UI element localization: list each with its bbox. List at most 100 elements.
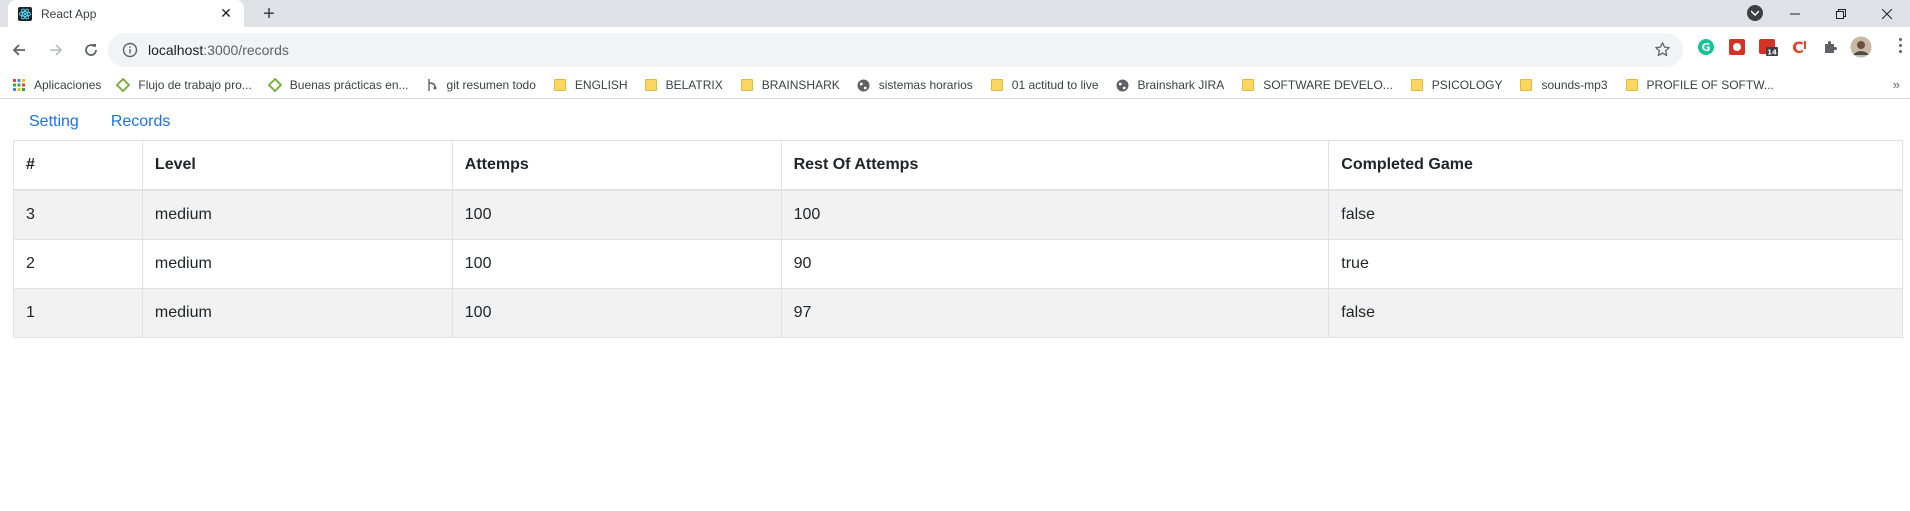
diamond-icon [267,78,282,92]
bookmark-item[interactable]: Flujo de trabajo pro... [116,74,252,96]
tab-title: React App [41,6,97,21]
table-row: 2 medium 100 90 true [13,239,1903,289]
folder-icon [553,78,567,92]
tab-strip: React App ✕ + [0,0,1910,27]
column-header: Completed Game [1328,140,1903,191]
forward-arrow-icon[interactable] [42,36,70,64]
browser-toolbar: localhost:3000/records G 14 C [0,27,1910,72]
bookmark-item[interactable]: sounds-mp3 [1519,74,1608,96]
browser-tab[interactable]: React App ✕ [8,0,244,27]
column-header: Rest Of Attemps [780,140,1330,191]
bookmark-item[interactable]: Brainshark JIRA [1116,74,1225,96]
bookmark-label: BELATRIX [665,78,723,92]
apps-grid-icon [12,78,26,92]
records-table: # Level Attemps Rest Of Attemps Complete… [13,140,1903,338]
grammarly-icon[interactable]: G [1695,36,1717,58]
extensions-row: G 14 C [1695,36,1872,58]
bookmark-item[interactable]: PSICOLOGY [1410,74,1502,96]
folder-icon [740,78,754,92]
site-info-icon[interactable] [122,42,138,58]
react-logo-icon [18,6,32,21]
address-bar[interactable]: localhost:3000/records [108,33,1683,67]
bookmark-item[interactable]: PROFILE OF SOFTW... [1625,74,1774,96]
bookmark-item[interactable]: Aplicaciones [12,74,101,96]
bookmarks-overflow-icon[interactable]: » [1893,77,1900,92]
folder-icon [990,78,1004,92]
folder-icon [1410,78,1424,92]
table-cell: 2 [13,239,143,289]
table-cell: 100 [451,288,782,338]
bookmark-item[interactable]: SOFTWARE DEVELO... [1241,74,1393,96]
bookmark-label: Buenas prácticas en... [289,78,409,92]
bookmark-label: 01 actitud to live [1011,78,1099,92]
table-row: 1 medium 100 97 false [13,288,1903,338]
table-cell: 100 [451,239,782,289]
table-row: 3 medium 100 100 false [13,189,1903,240]
bookmark-item[interactable]: ENGLISH [553,74,628,96]
back-arrow-icon[interactable] [5,36,33,64]
table-cell: 90 [780,239,1330,289]
new-tab-button[interactable]: + [258,3,280,25]
bookmark-label: SOFTWARE DEVELO... [1263,78,1393,92]
column-header: Level [141,140,453,191]
table-cell: true [1328,239,1903,289]
calendar-extension-icon[interactable]: 14 [1757,36,1779,58]
reload-icon[interactable] [77,36,105,64]
svg-text:G: G [1701,41,1710,54]
extension-red-icon[interactable] [1726,36,1748,58]
folder-icon [644,78,658,92]
bookmark-item[interactable]: BELATRIX [644,74,723,96]
extensions-puzzle-icon[interactable] [1819,36,1841,58]
bookmark-label: Aplicaciones [34,78,102,92]
close-window-icon[interactable] [1864,0,1910,27]
table-cell: false [1328,189,1903,240]
bookmarks-bar: Aplicaciones Flujo de trabajo pro... Bue… [0,72,1910,99]
table-cell: medium [141,239,453,289]
bookmark-label: ENGLISH [574,78,628,92]
folder-icon [1241,78,1255,92]
bookmark-label: git resumen todo [446,78,536,92]
bookmark-label: BRAINSHARK [761,78,840,92]
browser-menu-icon[interactable] [1899,38,1902,53]
folder-icon [1625,78,1639,92]
bookmark-label: Flujo de trabajo pro... [138,78,252,92]
restore-icon[interactable] [1818,0,1864,27]
git-icon [425,78,439,92]
bookmark-label: sounds-mp3 [1541,78,1608,92]
table-cell: medium [141,288,453,338]
tab-close-icon[interactable]: ✕ [218,5,234,22]
bookmark-item[interactable]: BRAINSHARK [740,74,840,96]
column-header: Attemps [451,140,782,191]
globe-icon [1116,78,1130,92]
table-cell: 100 [780,189,1330,240]
bookmark-star-icon[interactable] [1654,41,1671,58]
diamond-icon [116,78,131,92]
page-content: Setting Records # Level Attemps Rest Of … [0,99,1910,338]
tab-search-icon[interactable] [1747,5,1763,21]
bookmark-label: PROFILE OF SOFTW... [1646,78,1774,92]
bookmark-item[interactable]: git resumen todo [425,74,536,96]
table-cell: 1 [13,288,143,338]
bookmark-item[interactable]: 01 actitud to live [990,74,1099,96]
url-host: localhost [148,42,204,58]
bookmark-item[interactable]: sistemas horarios [857,74,973,96]
table-cell: false [1328,288,1903,338]
url-path: :3000/records [203,42,289,58]
nav-link-setting[interactable]: Setting [14,110,95,134]
app-nav: Setting Records [0,99,1910,137]
svg-text:C: C [1792,38,1804,56]
nav-link-records[interactable]: Records [95,110,187,134]
folder-icon [1519,78,1533,92]
profile-avatar[interactable] [1850,36,1872,58]
column-header: # [13,140,143,191]
table-cell: medium [141,189,453,240]
table-header-row: # Level Attemps Rest Of Attemps Complete… [13,140,1903,191]
minimize-icon[interactable] [1772,0,1818,27]
extension-badge: 14 [1767,49,1777,57]
table-cell: 3 [13,189,143,240]
bookmark-label: Brainshark JIRA [1137,78,1225,92]
table-cell: 97 [780,288,1330,338]
globe-icon [857,78,871,92]
c-extension-icon[interactable]: C [1788,36,1810,58]
bookmark-item[interactable]: Buenas prácticas en... [267,74,409,96]
